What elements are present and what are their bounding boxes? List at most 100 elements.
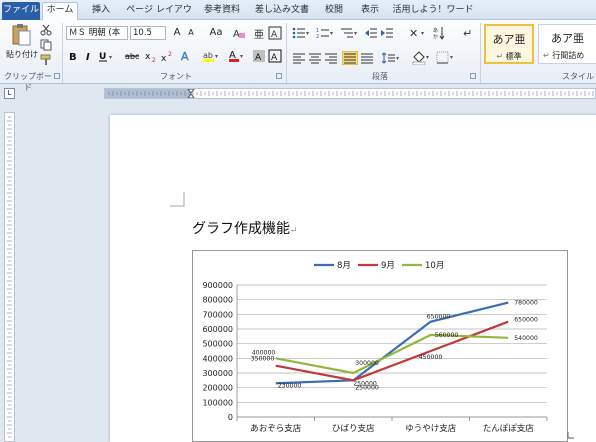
align-right-icon[interactable] [324,52,338,64]
numbering-icon[interactable]: 12 ▾ [316,27,336,39]
char-shading-icon[interactable]: A [252,49,266,63]
cut-icon[interactable] [40,24,52,36]
y-tick-label: 600000 [202,325,233,334]
tab-home[interactable]: ホーム [42,2,78,20]
chart-resize-handle[interactable] [566,432,576,442]
bullets-icon[interactable]: ▾ [292,27,312,39]
svg-text:A: A [181,50,189,63]
style-no-spacing[interactable]: あア亜 ↵ 行間詰め [538,24,596,64]
copy-icon[interactable] [40,39,52,51]
clear-format-icon[interactable]: A [232,26,246,40]
data-label: 350000 [251,356,275,363]
paste-icon [12,24,31,46]
svg-text:x: x [145,52,151,62]
font-size-combo[interactable]: 10.5 [130,26,166,40]
superscript-icon[interactable]: x2 [160,50,174,63]
svg-text:▾: ▾ [306,30,309,37]
y-tick-label: 300000 [202,369,233,378]
y-tick-label: 700000 [202,310,233,319]
style-name: ↵ 行間詰め [543,51,585,60]
strikethrough-icon[interactable]: abc [124,50,142,63]
align-center-icon[interactable] [308,52,322,64]
svg-text:↵: ↵ [463,27,472,40]
tab-file[interactable]: ファイル [2,2,40,20]
highlight-icon[interactable]: ab ▾ [202,49,220,63]
svg-text:▾: ▾ [426,54,429,61]
paragraph-dialog-launcher[interactable] [470,73,476,79]
grow-font-button[interactable]: A [170,26,184,40]
paste-button[interactable]: 貼り付け [4,23,38,69]
svg-text:x: x [161,54,167,63]
font-name-combo[interactable]: ＭＳ 明朝 (本 [66,26,128,40]
ruler-ticks [7,116,12,438]
y-tick-label: 500000 [202,340,233,349]
tab-page-layout[interactable]: ページ レイアウト [124,3,194,30]
y-tick-label: 400000 [202,354,233,363]
phonetic-guide-icon[interactable]: 亜 [252,26,266,40]
clipboard-dialog-launcher[interactable] [54,73,60,79]
font-group-label: フォント [160,72,192,81]
tab-references[interactable]: 参考資料 [200,3,244,20]
vertical-ruler[interactable] [4,112,15,442]
align-left-icon[interactable] [292,52,306,64]
shrink-font-button[interactable]: A [184,26,198,40]
series-line [275,333,509,375]
y-tick-label: 200000 [202,384,233,393]
y-tick-label: 0 [228,413,233,422]
tab-selector[interactable]: L [4,88,15,99]
line-spacing-icon[interactable]: ▾ [382,52,402,64]
group-separator [62,23,63,83]
font-color-icon[interactable]: A ▾ [228,49,246,63]
shading-icon[interactable]: ▾ [412,51,432,65]
data-label: 300000 [355,360,379,367]
data-label: 650000 [514,317,538,324]
line-chart[interactable]: 0 100000 200000 300000 400000 500000 600000 700… [192,250,568,442]
margin-corner-mark [170,192,185,207]
subscript-icon[interactable]: x2 [144,50,158,63]
horizontal-ruler[interactable] [104,88,596,99]
legend-label: 10月 [425,261,444,271]
tab-katsuyou-word[interactable]: 活用しよう！ワード [392,3,474,20]
borders-icon[interactable]: ▾ [436,51,456,65]
data-label: 560000 [435,332,459,339]
tab-view[interactable]: 表示 [356,3,384,20]
style-sample: あア亜 [551,32,584,45]
distributed-icon[interactable] [360,52,374,64]
tab-mailings[interactable]: 差し込み文書 [252,3,312,20]
char-border-icon[interactable]: A [268,49,282,63]
shrink-font-label: A [188,28,194,37]
tab-review[interactable]: 校閲 [320,3,348,20]
format-painter-icon[interactable] [40,54,52,66]
x-tick-label: ひばり支店 [332,423,375,434]
multilevel-list-icon[interactable]: ▾ [340,27,360,39]
paragraph-mark: ↵ [290,226,298,236]
style-name: ↵ 標準 [496,52,522,61]
group-separator [286,23,287,83]
increase-indent-icon[interactable] [380,27,394,39]
asian-layout-icon[interactable]: ✕ ▾ [408,26,428,40]
bold-icon[interactable]: B [68,50,80,63]
enclose-char-icon[interactable]: A [268,26,282,40]
svg-text:I: I [86,52,90,63]
svg-text:▾: ▾ [450,54,453,61]
sort-icon[interactable]: あか [432,26,446,40]
svg-text:▾: ▾ [215,53,218,60]
svg-text:2: 2 [168,51,172,58]
tab-insert[interactable]: 挿入 [86,3,116,20]
svg-text:▾: ▾ [396,55,399,62]
underline-icon[interactable]: U ▾ [98,50,116,63]
paste-label: 貼り付け [6,50,38,59]
document-heading[interactable]: グラフ作成機能↵ [192,218,298,238]
style-normal[interactable]: あア亜 ↵ 標準 [484,24,534,64]
svg-text:▾: ▾ [354,30,357,37]
text-effects-icon[interactable]: A [180,49,196,63]
decrease-indent-icon[interactable] [364,27,378,39]
italic-icon[interactable]: I [84,50,96,63]
font-dialog-launcher[interactable] [276,73,282,79]
svg-text:A: A [233,29,240,40]
change-case-button[interactable]: Aa [206,26,226,40]
justify-icon[interactable] [342,51,358,65]
show-marks-icon[interactable]: ↵ [462,26,474,40]
x-tick-label: ゆうやけ支店 [405,423,457,434]
change-case-label: Aa [209,27,223,38]
